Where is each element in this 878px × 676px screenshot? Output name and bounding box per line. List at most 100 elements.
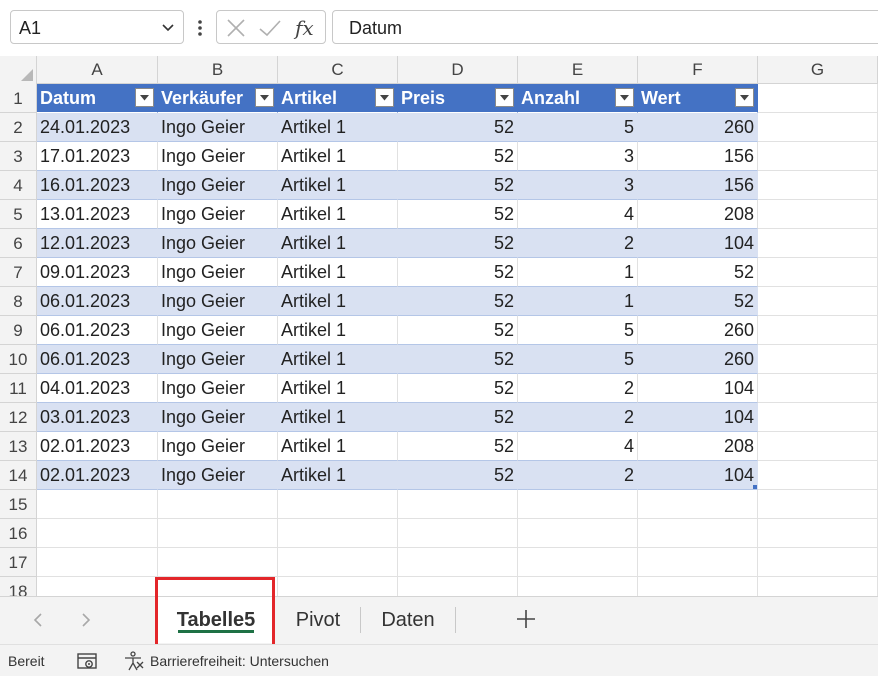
row-header[interactable]: 7 (0, 258, 37, 287)
empty-cell[interactable] (158, 519, 278, 548)
cancel-x-icon[interactable] (223, 16, 249, 40)
empty-cell[interactable] (278, 519, 398, 548)
table-cell[interactable]: 06.01.2023 (37, 316, 158, 345)
table-cell[interactable]: 12.01.2023 (37, 229, 158, 258)
empty-cell[interactable] (518, 490, 638, 519)
spreadsheet-grid[interactable]: A B C D E F G 1 Datum Verkäufer Artikel Prei… (0, 56, 878, 596)
column-header-g[interactable]: G (758, 56, 878, 84)
name-box[interactable]: A1 (10, 10, 184, 44)
empty-cell[interactable] (758, 374, 878, 403)
empty-cell[interactable] (398, 548, 518, 577)
empty-cell[interactable] (758, 461, 878, 490)
row-header[interactable]: 4 (0, 171, 37, 200)
table-cell[interactable]: 2 (518, 374, 638, 403)
plus-icon[interactable] (514, 607, 538, 631)
table-cell[interactable]: 04.01.2023 (37, 374, 158, 403)
table-cell[interactable]: 260 (638, 113, 758, 142)
table-cell[interactable]: 4 (518, 200, 638, 229)
table-cell[interactable]: Artikel 1 (278, 461, 398, 490)
table-cell[interactable]: 52 (638, 258, 758, 287)
table-cell[interactable]: 17.01.2023 (37, 142, 158, 171)
table-cell[interactable]: Artikel 1 (278, 432, 398, 461)
empty-cell[interactable] (758, 229, 878, 258)
table-cell[interactable]: 52 (398, 113, 518, 142)
sheet-tab-pivot[interactable]: Pivot (280, 597, 356, 643)
column-header-e[interactable]: E (518, 56, 638, 84)
empty-cell[interactable] (758, 548, 878, 577)
row-header[interactable]: 10 (0, 345, 37, 374)
empty-cell[interactable] (758, 519, 878, 548)
table-cell[interactable]: 156 (638, 171, 758, 200)
table-cell[interactable]: 03.01.2023 (37, 403, 158, 432)
table-cell[interactable]: Artikel 1 (278, 142, 398, 171)
table-header-cell[interactable]: Wert (638, 84, 758, 113)
row-header[interactable]: 3 (0, 142, 37, 171)
table-cell[interactable]: Ingo Geier (158, 403, 278, 432)
table-cell[interactable]: 104 (638, 229, 758, 258)
table-cell[interactable]: Artikel 1 (278, 171, 398, 200)
empty-cell[interactable] (758, 432, 878, 461)
table-cell[interactable]: 16.01.2023 (37, 171, 158, 200)
status-accessibility[interactable]: Barrierefreiheit: Untersuchen (150, 653, 329, 669)
column-header-c[interactable]: C (278, 56, 398, 84)
chevron-left-icon[interactable] (28, 609, 48, 631)
empty-cell[interactable] (758, 171, 878, 200)
table-cell[interactable]: Ingo Geier (158, 171, 278, 200)
confirm-check-icon[interactable] (257, 16, 283, 40)
table-cell[interactable]: 52 (398, 287, 518, 316)
table-cell[interactable]: Ingo Geier (158, 200, 278, 229)
empty-cell[interactable] (758, 345, 878, 374)
empty-cell[interactable] (758, 142, 878, 171)
chevron-down-icon[interactable] (161, 20, 175, 34)
empty-cell[interactable] (758, 490, 878, 519)
empty-cell[interactable] (758, 577, 878, 596)
row-header[interactable]: 6 (0, 229, 37, 258)
table-cell[interactable]: Ingo Geier (158, 229, 278, 258)
row-header[interactable]: 18 (0, 577, 37, 596)
table-cell[interactable]: 52 (398, 403, 518, 432)
row-header[interactable]: 1 (0, 84, 37, 113)
empty-cell[interactable] (37, 577, 158, 596)
table-cell[interactable]: 2 (518, 461, 638, 490)
table-cell[interactable]: Ingo Geier (158, 142, 278, 171)
table-header-cell[interactable]: Artikel (278, 84, 398, 113)
filter-dropdown-icon[interactable] (255, 88, 274, 107)
chevron-right-icon[interactable] (76, 609, 96, 631)
column-header-f[interactable]: F (638, 56, 758, 84)
empty-cell[interactable] (158, 490, 278, 519)
formula-input[interactable]: Datum (332, 10, 878, 44)
empty-cell[interactable] (758, 84, 878, 113)
table-cell[interactable]: 1 (518, 258, 638, 287)
table-cell[interactable]: Ingo Geier (158, 316, 278, 345)
row-header[interactable]: 16 (0, 519, 37, 548)
table-cell[interactable]: 5 (518, 113, 638, 142)
table-cell[interactable]: 09.01.2023 (37, 258, 158, 287)
empty-cell[interactable] (37, 548, 158, 577)
table-cell[interactable]: Artikel 1 (278, 113, 398, 142)
table-cell[interactable]: Artikel 1 (278, 287, 398, 316)
table-cell[interactable]: Ingo Geier (158, 258, 278, 287)
empty-cell[interactable] (398, 490, 518, 519)
table-cell[interactable]: 52 (398, 229, 518, 258)
table-cell[interactable]: 104 (638, 403, 758, 432)
table-cell[interactable]: 3 (518, 142, 638, 171)
table-cell[interactable]: 02.01.2023 (37, 432, 158, 461)
table-cell[interactable]: 4 (518, 432, 638, 461)
empty-cell[interactable] (638, 490, 758, 519)
empty-cell[interactable] (518, 577, 638, 596)
table-cell[interactable]: 52 (398, 374, 518, 403)
empty-cell[interactable] (758, 113, 878, 142)
table-cell[interactable]: Artikel 1 (278, 403, 398, 432)
column-header-d[interactable]: D (398, 56, 518, 84)
row-header[interactable]: 17 (0, 548, 37, 577)
function-fx-icon[interactable]: fx (293, 16, 319, 40)
empty-cell[interactable] (758, 403, 878, 432)
column-header-b[interactable]: B (158, 56, 278, 84)
table-cell[interactable]: Artikel 1 (278, 345, 398, 374)
row-header[interactable]: 12 (0, 403, 37, 432)
empty-cell[interactable] (638, 548, 758, 577)
row-header[interactable]: 8 (0, 287, 37, 316)
macro-record-icon[interactable] (76, 650, 98, 672)
table-cell[interactable]: 208 (638, 200, 758, 229)
table-cell[interactable]: Artikel 1 (278, 200, 398, 229)
